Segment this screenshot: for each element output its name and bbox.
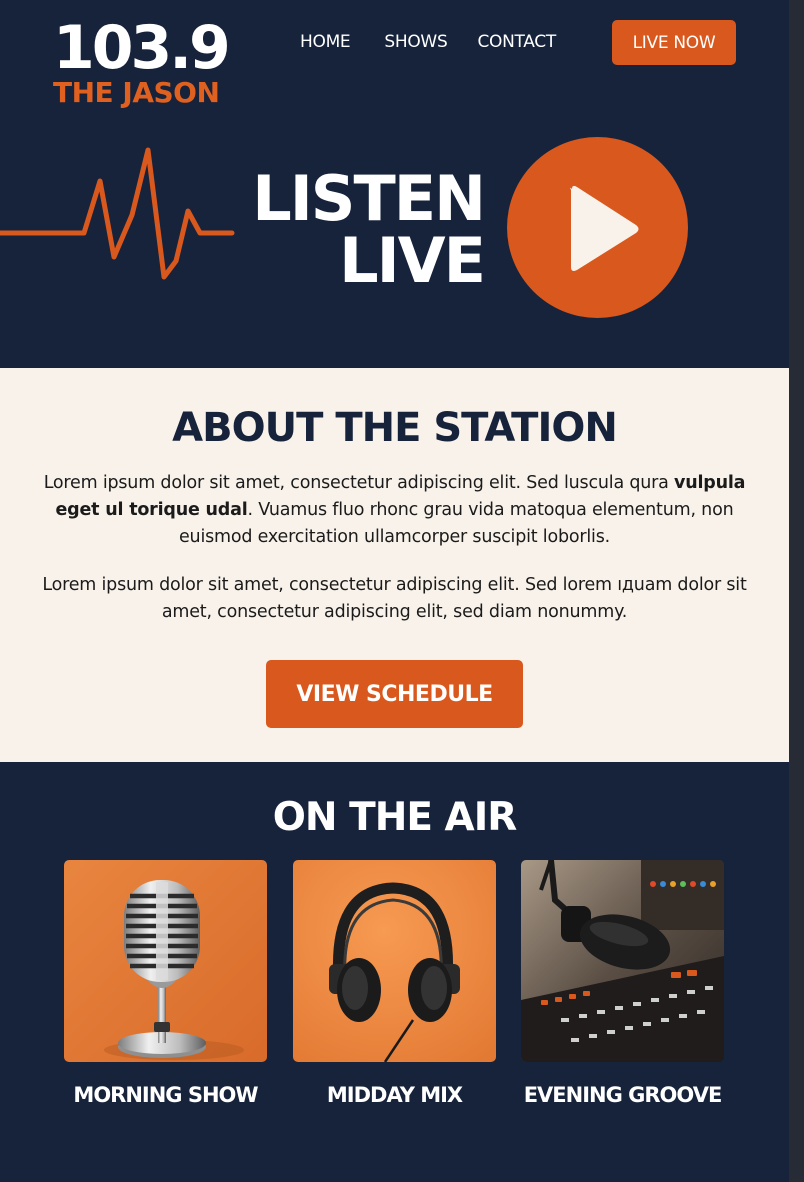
about-paragraph-1: Lorem ipsum dolor sit amet, consectetur … — [40, 470, 749, 551]
play-button[interactable] — [507, 137, 688, 318]
main-nav: HOME SHOWS CONTACT — [300, 32, 556, 52]
show-card-evening[interactable]: EVENING GROOVE — [521, 860, 724, 1107]
view-schedule-button[interactable]: VIEW SCHEDULE — [266, 660, 523, 728]
logo-frequency: 103.9 — [53, 13, 231, 83]
on-the-air-section: ON THE AIR MORNING SHOW MIDDAY MIX EVENI… — [0, 762, 789, 1182]
about-paragraph-2: Lorem ipsum dolor sit amet, consectetur … — [42, 575, 747, 622]
listen-word: LISTEN — [252, 162, 486, 235]
logo-station-name: THE JASON — [53, 76, 220, 109]
play-icon — [570, 185, 639, 271]
studio-microphone-mixer-image — [521, 860, 724, 1062]
live-word: LIVE — [339, 224, 486, 297]
listen-live-heading: LISTEN LIVE — [230, 162, 486, 297]
station-logo[interactable]: 103.9 THE JASON — [53, 13, 231, 109]
show-label-evening: EVENING GROOVE — [523, 1083, 723, 1107]
live-now-button[interactable]: LIVE NOW — [612, 20, 736, 65]
show-card-morning[interactable]: MORNING SHOW — [64, 860, 267, 1107]
vintage-microphone-image — [64, 860, 267, 1062]
listen-live-hero: LISTEN LIVE — [0, 120, 789, 368]
about-title: ABOUT THE STATION — [172, 405, 618, 451]
about-paragraph-1-start: Lorem ipsum dolor sit amet, consectetur … — [43, 473, 669, 493]
about-section: ABOUT THE STATION Lorem ipsum dolor sit … — [0, 368, 789, 762]
nav-shows[interactable]: SHOWS — [384, 32, 447, 52]
site-header: 103.9 THE JASON HOME SHOWS CONTACT LIVE … — [0, 0, 789, 120]
page: 103.9 THE JASON HOME SHOWS CONTACT LIVE … — [0, 0, 789, 1182]
show-card-midday[interactable]: MIDDAY MIX — [293, 860, 496, 1107]
headphones-image — [293, 860, 496, 1062]
heartbeat-line-icon — [0, 147, 235, 280]
nav-home[interactable]: HOME — [300, 32, 351, 52]
page-gutter — [789, 0, 804, 1182]
show-label-midday: MIDDAY MIX — [326, 1083, 463, 1107]
on-the-air-title: ON THE AIR — [272, 795, 518, 840]
show-label-morning: MORNING SHOW — [73, 1083, 258, 1107]
about-paragraph-1-end: . Vuamus fluo rhonc grau vida matoqua el… — [178, 500, 734, 547]
nav-contact[interactable]: CONTACT — [477, 32, 556, 52]
